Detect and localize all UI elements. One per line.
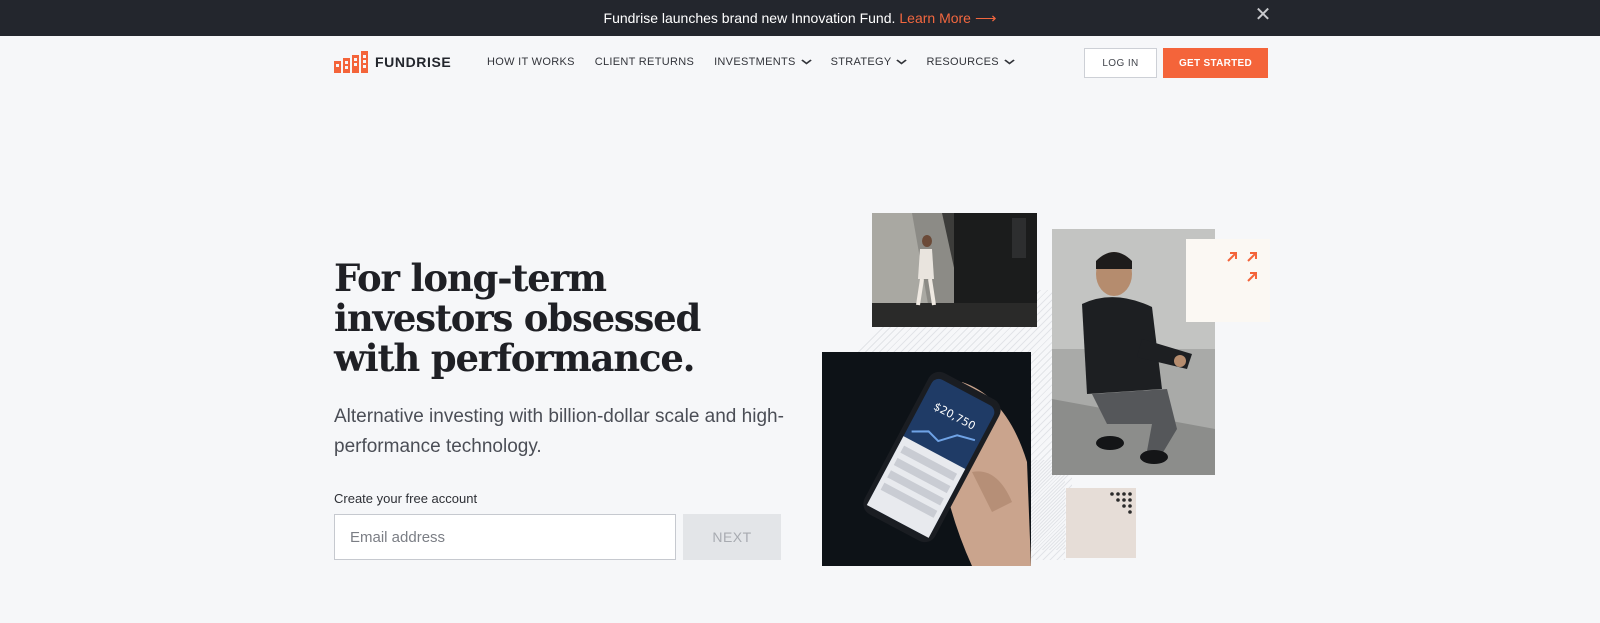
hero-subtitle: Alternative investing with billion-dolla… xyxy=(334,406,784,457)
hero-title: For long-term investors obsessed with pe… xyxy=(334,256,701,380)
nav-item-how-it-works[interactable]: HOW IT WORKS xyxy=(487,56,575,68)
arrows-tile xyxy=(1186,239,1270,322)
nav-item-label: INVESTMENTS xyxy=(714,56,796,68)
chevron-down-icon xyxy=(800,59,812,65)
dot-grid-icon xyxy=(1110,492,1132,514)
learn-more-link[interactable]: Learn More xyxy=(899,10,971,26)
nav-menu: HOW IT WORKS CLIENT RETURNS INVESTMENTS … xyxy=(487,56,1034,68)
announcement-banner: Fundrise launches brand new Innovation F… xyxy=(0,0,1600,36)
email-input[interactable] xyxy=(334,514,676,560)
chevron-down-icon xyxy=(1004,59,1015,65)
login-button[interactable]: LOG IN xyxy=(1084,48,1157,78)
nav-item-label: CLIENT RETURNS xyxy=(594,56,695,68)
photo-phone-app: $20,750 xyxy=(822,352,1031,566)
chevron-down-icon xyxy=(896,59,908,65)
brand-wordmark: FUNDRISE xyxy=(375,54,452,70)
signup-form-label: Create your free account xyxy=(334,491,478,506)
hero-collage: $20,750 xyxy=(820,210,1270,570)
dots-tile xyxy=(1066,488,1136,558)
arrow-right-icon[interactable]: ⟶ xyxy=(975,9,997,27)
banner-message: Fundrise launches brand new Innovation F… xyxy=(603,10,896,26)
nav-item-resources[interactable]: RESOURCES xyxy=(926,56,1015,68)
brand-logo[interactable]: FUNDRISE xyxy=(334,51,451,73)
next-button[interactable]: NEXT xyxy=(683,514,781,560)
nav-item-strategy[interactable]: STRATEGY xyxy=(830,56,908,68)
nav-item-label: STRATEGY xyxy=(830,56,892,68)
nav-item-client-returns[interactable]: CLIENT RETURNS xyxy=(595,56,694,68)
nav-item-label: HOW IT WORKS xyxy=(487,56,575,68)
get-started-button[interactable]: GET STARTED xyxy=(1163,48,1268,78)
building-bars-icon xyxy=(334,51,368,73)
main-nav: FUNDRISE HOW IT WORKS CLIENT RETURNS INV… xyxy=(0,36,1600,90)
nav-item-label: RESOURCES xyxy=(926,56,999,68)
close-icon[interactable]: ✕ xyxy=(1251,3,1275,27)
photo-woman-walking xyxy=(872,213,1037,327)
diagonal-arrows-icon xyxy=(1227,252,1257,282)
nav-item-investments[interactable]: INVESTMENTS xyxy=(714,56,812,68)
